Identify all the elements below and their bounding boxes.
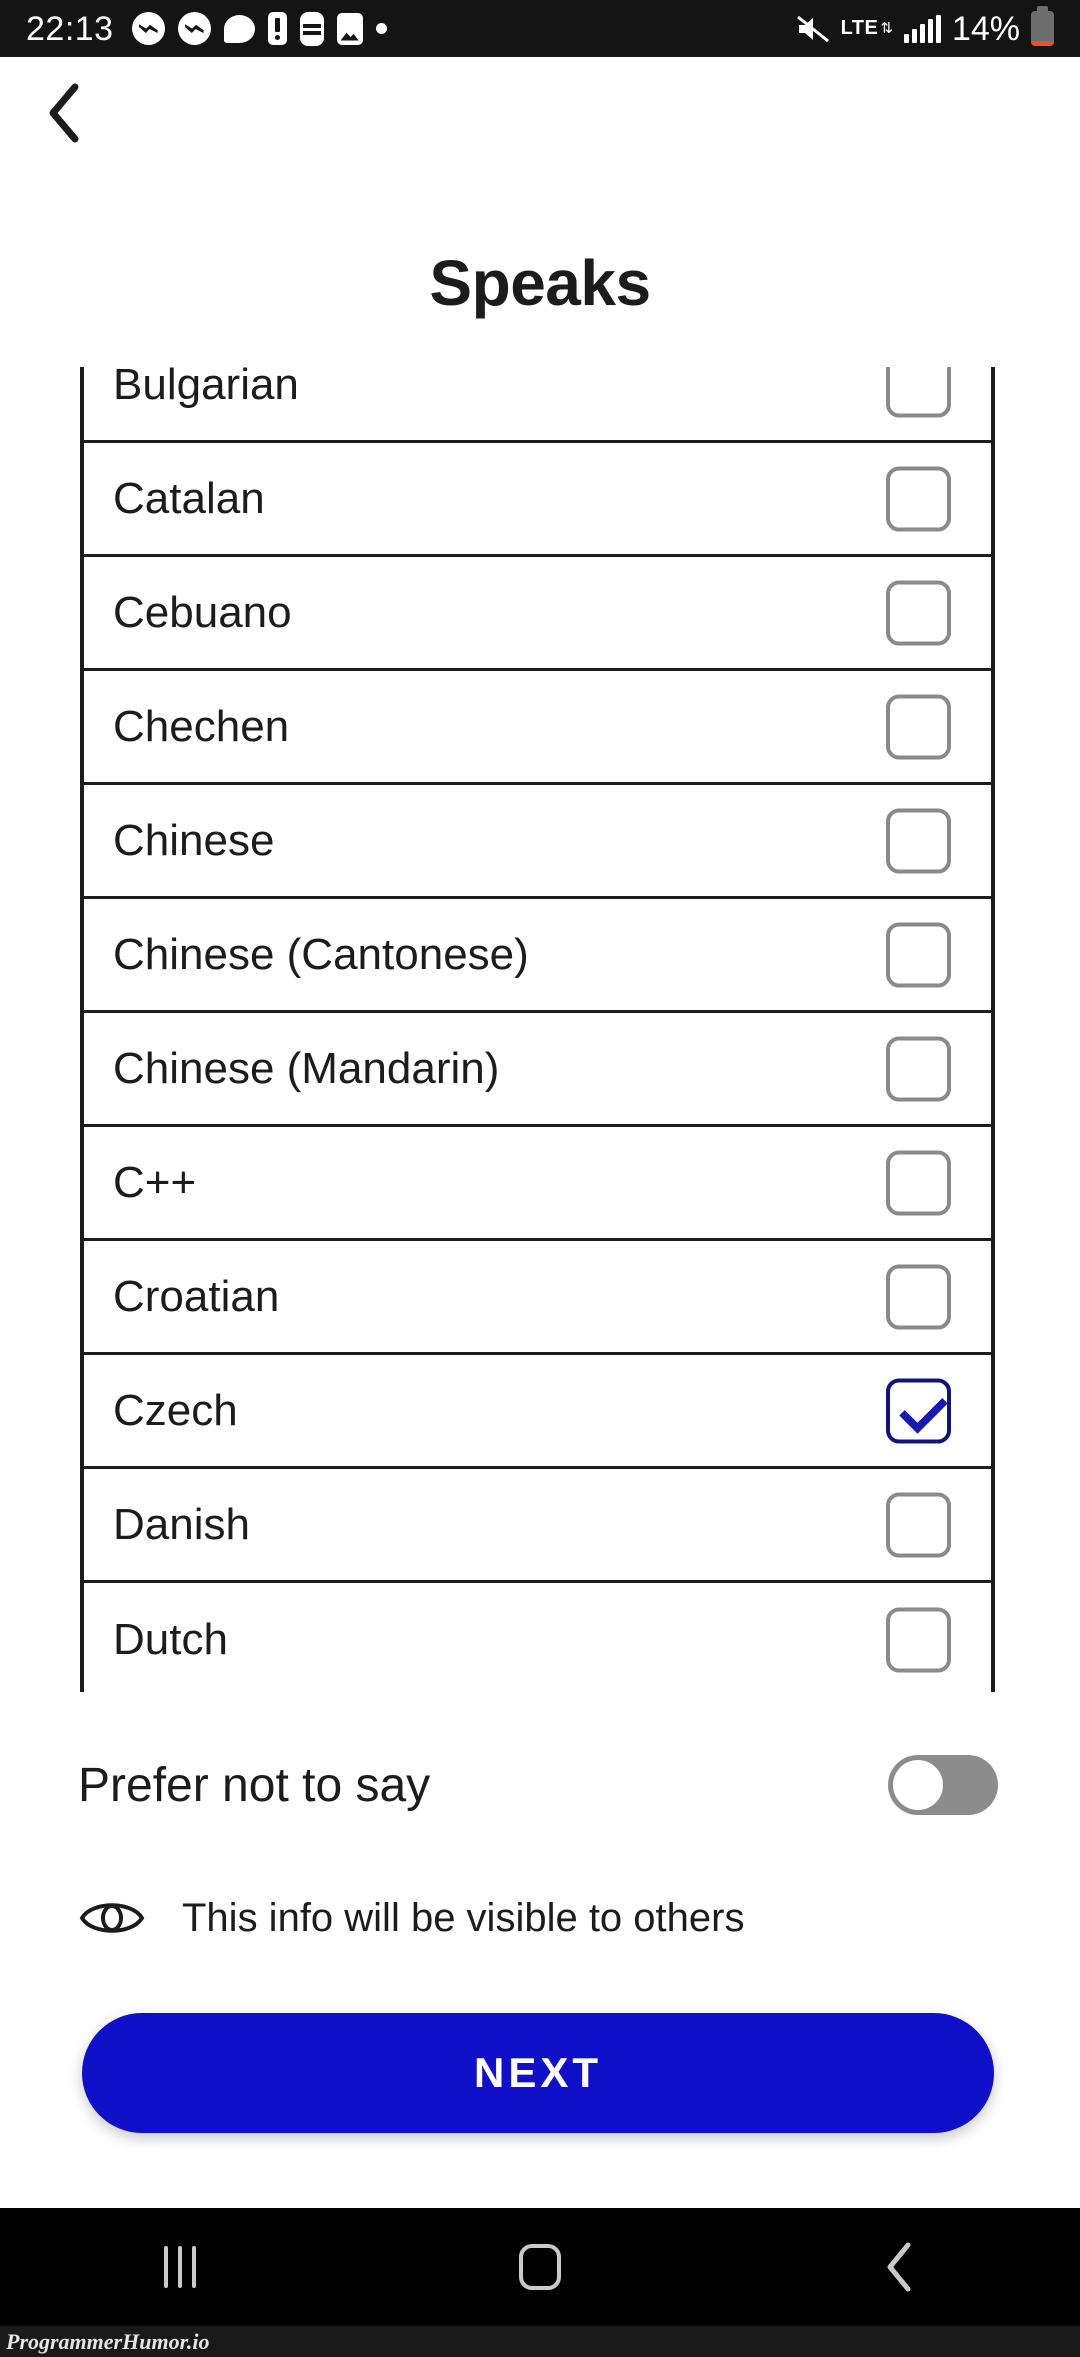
language-checkbox[interactable] xyxy=(886,1036,951,1101)
dot-icon xyxy=(375,23,387,34)
language-checkbox[interactable] xyxy=(886,580,951,645)
prefer-not-to-say-toggle[interactable] xyxy=(888,1755,998,1815)
mute-icon xyxy=(796,14,830,44)
language-row[interactable]: Chinese (Mandarin) xyxy=(84,1013,991,1127)
battery-alert-icon xyxy=(267,12,287,45)
back-button[interactable] xyxy=(30,78,100,148)
language-checkbox[interactable] xyxy=(886,1607,951,1673)
language-checkbox[interactable] xyxy=(886,922,951,987)
chat-bubble-icon xyxy=(223,14,255,43)
language-row[interactable]: Czech xyxy=(84,1355,991,1469)
language-row-label: Dutch xyxy=(113,1615,228,1664)
phone-screen: 22:13 LTE ⇅ 14% Speaks Bulgarian Catalan… xyxy=(0,0,1080,2357)
language-checkbox[interactable] xyxy=(886,808,951,873)
data-arrows-icon: ⇅ xyxy=(880,19,893,37)
nav-back-button[interactable] xyxy=(720,2241,1080,2293)
language-checkbox[interactable] xyxy=(886,466,951,531)
language-row[interactable]: Chinese xyxy=(84,785,991,899)
language-checkbox[interactable] xyxy=(886,694,951,759)
language-row-label: Czech xyxy=(113,1385,238,1435)
nav-home-button[interactable] xyxy=(360,2244,720,2290)
battery-icon xyxy=(1031,6,1054,46)
status-time: 22:13 xyxy=(26,9,114,48)
prefer-not-to-say-label: Prefer not to say xyxy=(78,1758,431,1812)
status-system-icons: LTE ⇅ 14% xyxy=(796,6,1054,48)
watch-icon xyxy=(299,11,324,46)
language-row[interactable]: Croatian xyxy=(84,1241,991,1355)
battery-percent: 14% xyxy=(951,9,1020,48)
photo-icon xyxy=(336,12,363,45)
language-row-label: Danish xyxy=(113,1499,250,1549)
language-row-label: C++ xyxy=(113,1157,197,1207)
signal-bars-icon xyxy=(903,14,941,43)
language-row-label: Cebuano xyxy=(113,587,292,637)
language-checkbox[interactable] xyxy=(886,367,951,417)
eye-icon xyxy=(78,1895,150,1941)
lte-label: LTE xyxy=(840,17,879,39)
watermark: ProgrammerHumor.io xyxy=(0,2326,1080,2357)
language-checkbox[interactable] xyxy=(886,1492,951,1557)
prefer-not-to-say-row[interactable]: Prefer not to say xyxy=(78,1737,998,1833)
language-row-label: Chinese (Mandarin) xyxy=(113,1043,500,1093)
visibility-note: This info will be visible to others xyxy=(78,1873,998,1963)
next-button[interactable]: NEXT xyxy=(82,2013,994,2133)
language-row[interactable]: Danish xyxy=(84,1469,991,1583)
language-checkbox[interactable] xyxy=(886,1150,951,1215)
status-bar: 22:13 LTE ⇅ 14% xyxy=(0,0,1080,57)
language-checkbox-checked[interactable] xyxy=(886,1378,951,1443)
language-checkbox[interactable] xyxy=(886,1264,951,1329)
lte-icon: LTE ⇅ xyxy=(840,17,893,39)
page-title: Speaks xyxy=(429,247,651,319)
language-row[interactable]: Chinese (Cantonese) xyxy=(84,899,991,1013)
language-row-label: Chechen xyxy=(113,701,290,751)
nav-recents-button[interactable] xyxy=(0,2246,360,2288)
recents-icon xyxy=(164,2246,196,2288)
home-icon xyxy=(519,2244,561,2290)
language-row[interactable]: Catalan xyxy=(84,443,991,557)
android-nav-bar xyxy=(0,2208,1080,2326)
language-row-label: Bulgarian xyxy=(113,367,299,409)
language-list: Bulgarian Catalan Cebuano Chechen Chinese Chi… xyxy=(80,367,995,1692)
status-notification-icons xyxy=(131,11,387,46)
language-row-label: Catalan xyxy=(113,473,265,523)
chevron-left-icon xyxy=(887,2242,911,2292)
messenger-icon xyxy=(131,12,165,45)
chevron-left-icon xyxy=(49,83,79,143)
language-row-label: Croatian xyxy=(113,1271,280,1321)
toggle-knob xyxy=(893,1760,943,1810)
language-row-label: Chinese xyxy=(113,815,275,865)
language-row[interactable]: Bulgarian xyxy=(84,367,991,443)
language-list-scroll[interactable]: Bulgarian Catalan Cebuano Chechen Chinese Chi… xyxy=(80,367,995,1692)
language-row[interactable]: C++ xyxy=(84,1127,991,1241)
language-row[interactable]: Cebuano xyxy=(84,557,991,671)
language-row[interactable]: Chechen xyxy=(84,671,991,785)
visibility-text: This info will be visible to others xyxy=(182,1895,745,1940)
messenger-icon xyxy=(177,12,211,45)
language-row-label: Chinese (Cantonese) xyxy=(113,929,529,979)
language-row[interactable]: Dutch xyxy=(84,1583,991,1692)
